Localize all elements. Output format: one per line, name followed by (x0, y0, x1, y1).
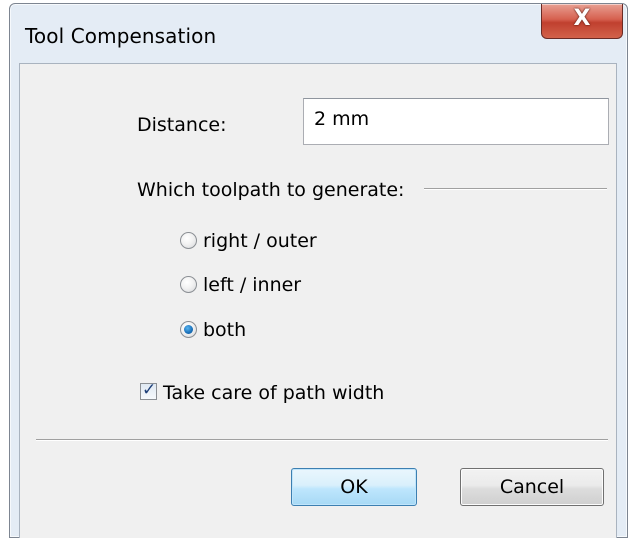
window-title: Tool Compensation (25, 24, 217, 48)
radio-label-left-inner: left / inner (203, 274, 302, 296)
close-icon: X (573, 6, 591, 31)
ok-button[interactable]: OK (291, 468, 417, 506)
distance-input[interactable] (303, 98, 609, 145)
path-width-checkbox[interactable]: ✓ (140, 380, 157, 400)
toolpath-group-label: Which toolpath to generate: (137, 179, 405, 201)
distance-label: Distance: (137, 114, 227, 136)
radio-button[interactable] (180, 232, 197, 249)
radio-dot-icon (184, 325, 193, 334)
radio-button-selected[interactable] (180, 321, 197, 338)
radio-label-right-outer: right / outer (203, 230, 317, 252)
button-separator (36, 439, 608, 441)
path-width-label: Take care of path width (163, 382, 385, 404)
radio-button[interactable] (180, 276, 197, 293)
close-button[interactable]: X (541, 4, 623, 39)
cancel-button[interactable]: Cancel (460, 468, 604, 506)
group-divider (424, 188, 607, 190)
dialog-content: Distance: Which toolpath to generate: ri… (19, 63, 617, 538)
radio-label-both: both (203, 319, 247, 341)
checkmark-icon: ✓ (142, 380, 157, 400)
